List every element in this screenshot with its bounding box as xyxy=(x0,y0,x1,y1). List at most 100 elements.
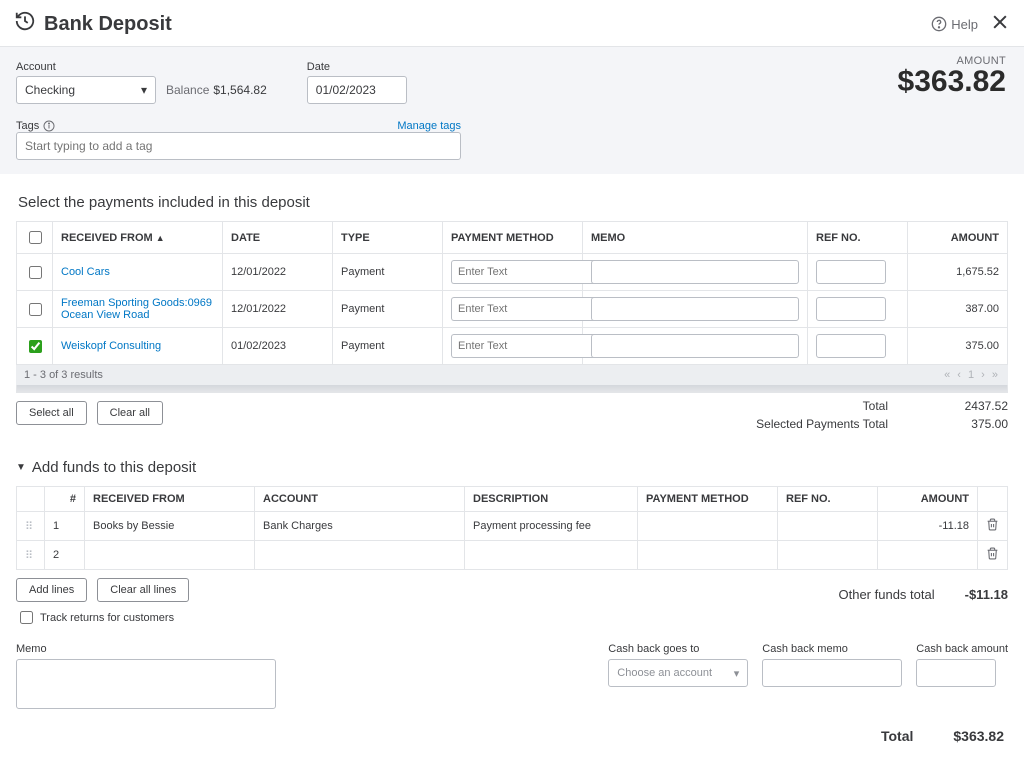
col-type[interactable]: TYPE xyxy=(333,222,443,254)
ref-input[interactable] xyxy=(816,297,886,321)
account-value: Checking xyxy=(25,83,75,97)
funds-amount[interactable] xyxy=(878,541,978,570)
track-returns-checkbox[interactable] xyxy=(20,611,33,624)
col-ref: REF NO. xyxy=(778,487,878,512)
payment-method-input[interactable] xyxy=(451,334,606,358)
payment-type: Payment xyxy=(333,254,443,291)
deposit-header-area: Account Checking ▾ Balance$1,564.82 Date… xyxy=(0,47,1024,174)
payment-row: Freeman Sporting Goods:0969 Ocean View R… xyxy=(17,291,1008,328)
col-amount[interactable]: AMOUNT xyxy=(908,222,1008,254)
funds-ref[interactable] xyxy=(778,541,878,570)
payment-date: 01/02/2023 xyxy=(223,328,333,365)
add-funds-toggle[interactable]: ▼ Add funds to this deposit xyxy=(16,459,1008,476)
funds-row: ⠿ 2 xyxy=(17,541,1008,570)
row-checkbox[interactable] xyxy=(29,303,42,316)
help-button[interactable]: Help xyxy=(931,16,978,32)
col-payment-method[interactable]: PAYMENT METHOD xyxy=(443,222,583,254)
page-title-text: Bank Deposit xyxy=(44,13,172,36)
track-returns-field: Track returns for customers xyxy=(16,608,1008,627)
col-account: ACCOUNT xyxy=(255,487,465,512)
cashback-amount-input[interactable] xyxy=(916,659,996,687)
grand-total: Total $363.82 xyxy=(16,728,1008,744)
results-bar: 1 - 3 of 3 results « ‹ 1 › » xyxy=(16,365,1008,385)
payment-method-combo[interactable]: ▾ xyxy=(451,297,574,321)
close-button[interactable] xyxy=(990,12,1010,36)
clock-undo-icon xyxy=(14,10,36,38)
funds-table: # RECEIVED FROM ACCOUNT DESCRIPTION PAYM… xyxy=(16,486,1008,570)
clear-all-lines-button[interactable]: Clear all lines xyxy=(97,578,189,602)
funds-account[interactable] xyxy=(255,541,465,570)
account-label: Account xyxy=(16,61,267,73)
row-checkbox[interactable] xyxy=(29,266,42,279)
payment-date: 12/01/2022 xyxy=(223,254,333,291)
funds-received-from[interactable] xyxy=(85,541,255,570)
payments-table: RECEIVED FROM ▲ DATE TYPE PAYMENT METHOD… xyxy=(16,221,1008,365)
select-all-checkbox[interactable] xyxy=(29,231,42,244)
ref-input[interactable] xyxy=(816,260,886,284)
memo-input[interactable] xyxy=(591,260,799,284)
payment-type: Payment xyxy=(333,291,443,328)
chevron-down-icon: ▾ xyxy=(734,667,740,680)
memo-input[interactable] xyxy=(591,297,799,321)
funds-amount[interactable]: -11.18 xyxy=(878,512,978,541)
cashback-memo-field: Cash back memo xyxy=(762,643,902,687)
tags-field: Tags Manage tags xyxy=(16,120,1008,160)
funds-received-from[interactable]: Books by Bessie xyxy=(85,512,255,541)
memo-input[interactable] xyxy=(591,334,799,358)
delete-row-button[interactable] xyxy=(978,541,1008,570)
delete-row-button[interactable] xyxy=(978,512,1008,541)
payment-method-combo[interactable]: ▾ xyxy=(451,260,574,284)
date-field: Date xyxy=(307,61,407,104)
page-title: Bank Deposit xyxy=(14,10,931,38)
info-icon xyxy=(43,120,55,132)
amount-value: $363.82 xyxy=(898,67,1006,97)
col-date[interactable]: DATE xyxy=(223,222,333,254)
payment-method-input[interactable] xyxy=(451,297,606,321)
sort-asc-icon: ▲ xyxy=(156,233,165,243)
payment-method-combo[interactable]: ▾ xyxy=(451,334,574,358)
date-input[interactable] xyxy=(307,76,407,104)
tags-input[interactable] xyxy=(16,132,461,160)
payment-method-input[interactable] xyxy=(451,260,606,284)
payments-section-title: Select the payments included in this dep… xyxy=(18,194,1008,211)
col-received-from[interactable]: RECEIVED FROM ▲ xyxy=(53,222,223,254)
account-select[interactable]: Checking ▾ xyxy=(16,76,156,104)
col-ref[interactable]: REF NO. xyxy=(808,222,908,254)
track-returns-label: Track returns for customers xyxy=(40,612,174,624)
grand-total-value: $363.82 xyxy=(953,728,1004,744)
payment-received-from-link[interactable]: Cool Cars xyxy=(61,266,110,278)
funds-description[interactable] xyxy=(465,541,638,570)
cashback-account-field: Cash back goes to Choose an account ▾ xyxy=(608,643,748,687)
date-label: Date xyxy=(307,61,407,73)
manage-tags-link[interactable]: Manage tags xyxy=(397,120,461,132)
clear-all-button[interactable]: Clear all xyxy=(97,401,163,425)
tags-label: Tags xyxy=(16,120,55,132)
row-checkbox[interactable] xyxy=(29,340,42,353)
ref-input[interactable] xyxy=(816,334,886,358)
funds-payment-method[interactable] xyxy=(638,512,778,541)
drag-handle-icon[interactable]: ⠿ xyxy=(17,541,45,570)
drag-handle-icon[interactable]: ⠿ xyxy=(17,512,45,541)
funds-description[interactable]: Payment processing fee xyxy=(465,512,638,541)
close-icon xyxy=(990,12,1010,32)
funds-account[interactable]: Bank Charges xyxy=(255,512,465,541)
cashback-goes-label: Cash back goes to xyxy=(608,643,748,655)
funds-payment-method[interactable] xyxy=(638,541,778,570)
add-lines-button[interactable]: Add lines xyxy=(16,578,87,602)
cashback-account-select[interactable]: Choose an account ▾ xyxy=(608,659,748,687)
row-number: 1 xyxy=(45,512,85,541)
other-funds-total: Other funds total -$11.18 xyxy=(839,587,1009,602)
payment-received-from-link[interactable]: Freeman Sporting Goods:0969 Ocean View R… xyxy=(61,297,212,321)
cashback-amount-label: Cash back amount xyxy=(916,643,1008,655)
help-icon xyxy=(931,16,947,32)
funds-ref[interactable] xyxy=(778,512,878,541)
payment-received-from-link[interactable]: Weiskopf Consulting xyxy=(61,340,161,352)
col-memo[interactable]: MEMO xyxy=(583,222,808,254)
horizontal-scrollbar[interactable] xyxy=(16,385,1008,393)
memo-label: Memo xyxy=(16,643,276,655)
memo-textarea[interactable] xyxy=(16,659,276,709)
cashback-memo-input[interactable] xyxy=(762,659,902,687)
pager[interactable]: « ‹ 1 › » xyxy=(944,369,1000,381)
cashback-memo-label: Cash back memo xyxy=(762,643,902,655)
select-all-button[interactable]: Select all xyxy=(16,401,87,425)
